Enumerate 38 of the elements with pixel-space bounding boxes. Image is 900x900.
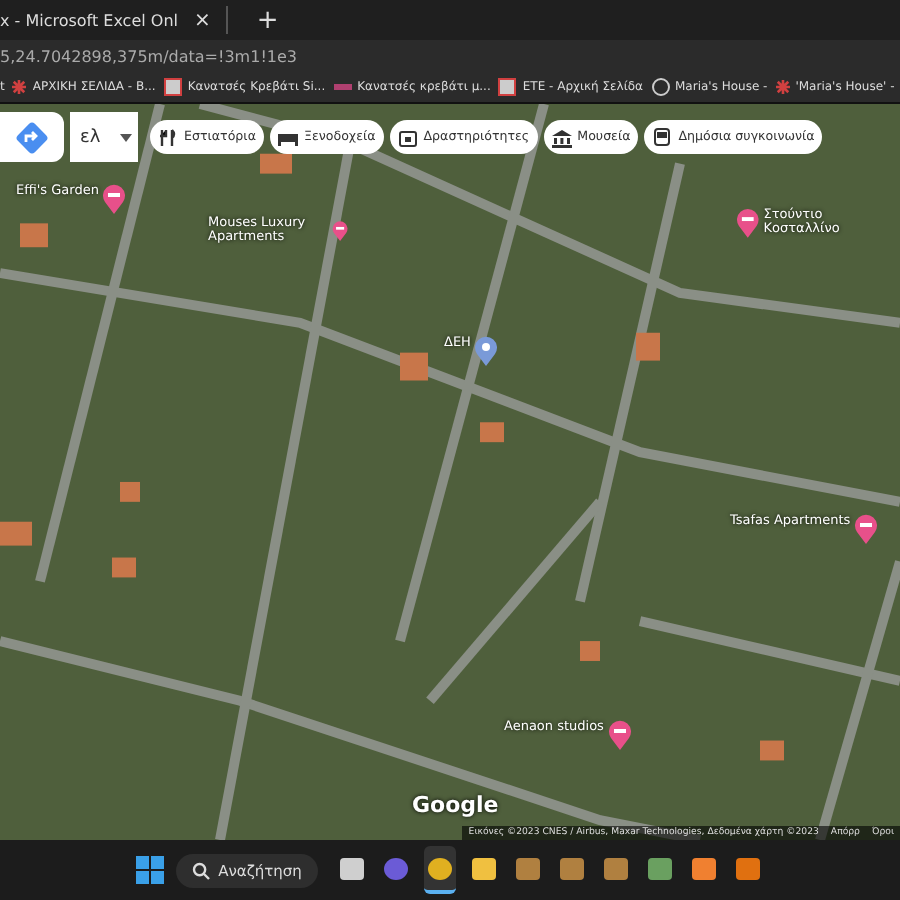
bus-icon xyxy=(652,127,673,147)
bookmark-icon xyxy=(775,80,790,94)
taskbar-app-icon[interactable] xyxy=(423,846,456,894)
museum-icon xyxy=(551,127,572,147)
close-tab-button[interactable]: × xyxy=(193,9,211,31)
directions-button[interactable] xyxy=(0,112,64,162)
bookmark-icon xyxy=(163,78,182,96)
hotel-pin-icon[interactable] xyxy=(102,184,127,214)
hotel-pin-icon[interactable] xyxy=(607,720,632,750)
search-field[interactable]: ελ xyxy=(70,112,138,162)
start-icon[interactable] xyxy=(136,856,165,884)
house-roof xyxy=(0,521,32,546)
house-roof xyxy=(260,153,292,174)
house-roof xyxy=(20,223,48,248)
search-icon xyxy=(192,861,211,879)
fork-knife-icon xyxy=(158,127,178,147)
hotel-pin-icon[interactable] xyxy=(736,208,760,238)
map-logo: Google xyxy=(412,792,499,818)
browser-tab[interactable]: x - Microsoft Excel Onl × xyxy=(0,6,229,34)
search-value: ελ xyxy=(80,127,101,147)
house-roof xyxy=(760,740,784,761)
satellite-map[interactable] xyxy=(0,104,900,840)
house-roof xyxy=(580,641,600,661)
hotel-pin-icon[interactable] xyxy=(854,514,879,544)
bookmark-icon xyxy=(333,84,352,90)
house-roof xyxy=(480,422,504,443)
bookmark-icon xyxy=(12,80,27,94)
house-roof xyxy=(400,352,428,381)
location-pin-icon[interactable] xyxy=(474,336,499,366)
house-roof xyxy=(112,557,136,578)
house-roof xyxy=(120,481,140,502)
address-bar[interactable]: 5,24.7042898,375m/data=!3m1!1e3 xyxy=(0,40,900,72)
bookmark-icon xyxy=(498,78,517,96)
caret-icon xyxy=(120,133,132,141)
house-roof xyxy=(636,332,660,361)
hotel-pin-icon[interactable] xyxy=(331,216,348,246)
new-tab-button[interactable]: + xyxy=(256,5,279,35)
tab-title: x - Microsoft Excel Onl xyxy=(0,11,178,29)
